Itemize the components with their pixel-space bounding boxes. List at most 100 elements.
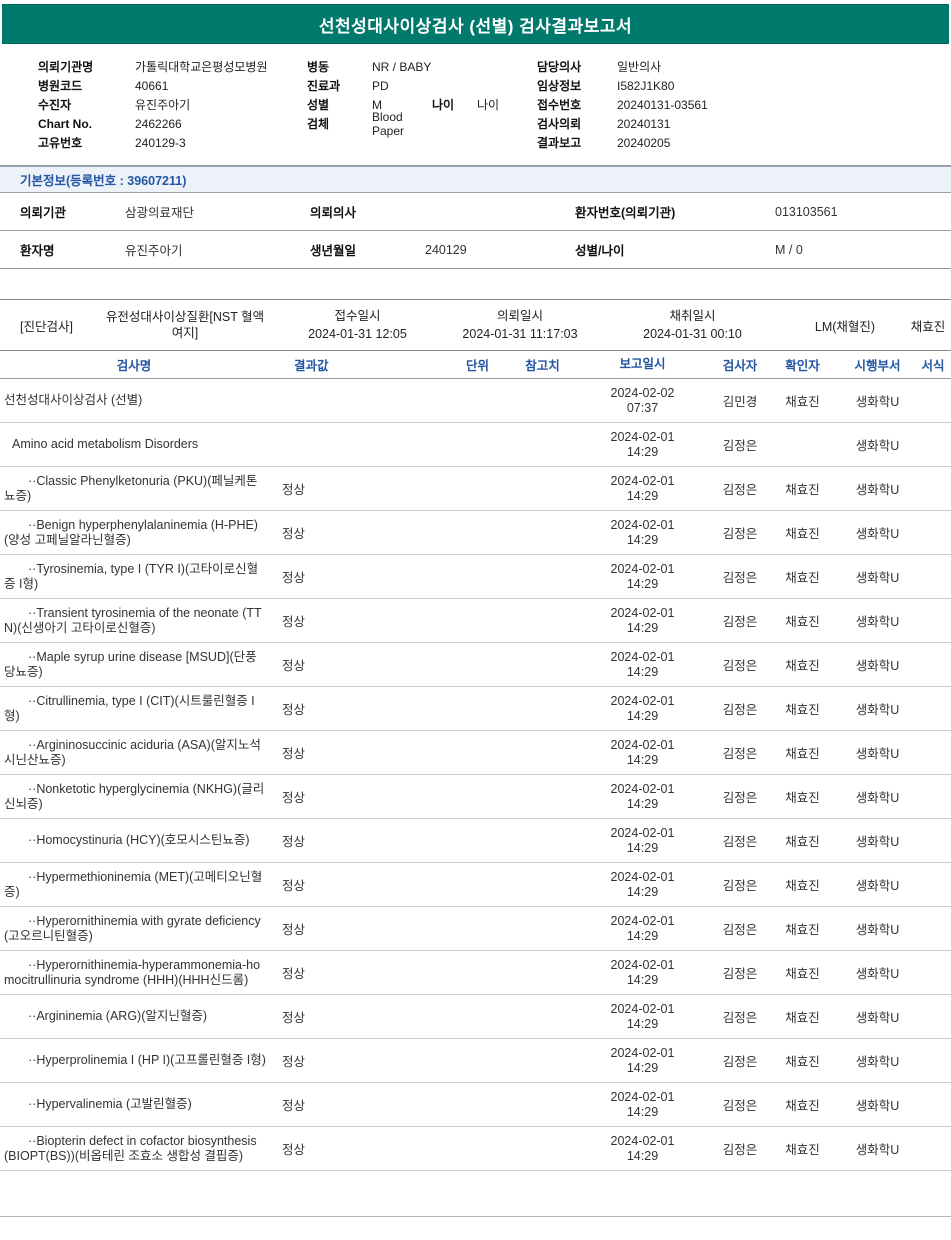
tester-name: 김정은 xyxy=(722,879,758,893)
report-datetime: 2024-02-01 14:29 xyxy=(570,826,715,856)
result-value: 정상 xyxy=(282,967,306,981)
test-name: ··Argininemia (ARG)(알지닌혈증) xyxy=(28,1009,208,1023)
tester-name: 김정은 xyxy=(722,483,758,497)
result-value: 정상 xyxy=(282,1055,306,1069)
confirmer-name: 채효진 xyxy=(785,1099,820,1113)
header-field: 임상정보 I582J1K80 xyxy=(537,76,951,95)
results-header-row: 검사명 결과값 단위 참고치 보고일시 검사자 확인자 시행부서 서식 xyxy=(0,351,951,379)
report-date: 2024-02-01 xyxy=(610,1001,675,1016)
test-name: Amino acid metabolism Disorders xyxy=(12,437,199,451)
header-field: 병동 NR / BABY xyxy=(307,57,537,76)
test-name: 선천성대사이상검사 (선별) xyxy=(4,393,143,407)
result-value: 정상 xyxy=(282,1011,306,1025)
exam-collect-time: 채취일시 2024-01-31 00:10 xyxy=(600,307,785,343)
result-row: ··Tyrosinemia, type I (TYR I)(고타이로신혈증 I형… xyxy=(0,555,951,599)
report-datetime: 2024-02-01 14:29 xyxy=(570,1090,715,1120)
report-datetime: 2024-02-01 14:29 xyxy=(570,650,715,680)
confirmer-name: 채효진 xyxy=(785,967,820,981)
report-time: 14:29 xyxy=(626,576,659,591)
confirmer-name: 채효진 xyxy=(785,615,820,629)
result-value: 정상 xyxy=(282,1099,306,1113)
result-value: 정상 xyxy=(282,659,306,673)
department-name: 생화학U xyxy=(855,791,900,805)
header-field: 검사의뢰 20240131 xyxy=(537,114,951,133)
department-name: 생화학U xyxy=(855,659,900,673)
report-time: 07:37 xyxy=(626,400,659,415)
page-title: 선천성대사이상검사 (선별) 검사결과보고서 xyxy=(318,16,633,36)
header-field-label: Chart No. xyxy=(38,116,92,131)
test-name: ··Hyperprolinemia I (HP I)(고프롤린혈증 I형) xyxy=(28,1053,266,1067)
confirmer-name: 채효진 xyxy=(785,703,820,717)
header-field: 병원코드 40661 xyxy=(38,76,307,95)
department-name: 생화학U xyxy=(855,571,900,585)
report-date: 2024-02-02 xyxy=(610,385,675,400)
results-table: 검사명 결과값 단위 참고치 보고일시 검사자 확인자 시행부서 서식 선천성대사이상검사 (선… xyxy=(0,351,951,1217)
basic-info-label: 환자명 xyxy=(20,244,55,258)
report-date: 2024-02-01 xyxy=(610,1133,675,1148)
request-time-value: 2024-01-31 11:17:03 xyxy=(462,327,578,341)
test-name: ··Benign hyperphenylalaninemia (H-PHE)(양… xyxy=(4,517,258,547)
basic-info-label: 의뢰기관 xyxy=(20,206,67,220)
report-time: 14:29 xyxy=(626,972,659,987)
result-row: ··Transient tyrosinemia of the neonate (… xyxy=(0,599,951,643)
confirmer-name: 채효진 xyxy=(785,527,820,541)
collect-time-value: 2024-01-31 00:10 xyxy=(643,327,742,341)
report-time: 14:29 xyxy=(626,1148,659,1163)
collect-time-label: 채취일시 xyxy=(669,309,716,323)
receipt-time-label: 접수일시 xyxy=(334,309,381,323)
test-name: ··Classic Phenylketonuria (PKU)(페닐케톤뇨증) xyxy=(4,473,258,503)
basic-info-value: 240129 xyxy=(425,242,467,257)
report-time: 14:29 xyxy=(626,1016,659,1031)
column-header: 서식 xyxy=(921,359,945,373)
test-name: ··Hypermethioninemia (MET)(고메티오닌혈증) xyxy=(4,869,263,899)
result-row: ··Homocystinuria (HCY)(호모시스틴뇨증) 정상 2024-02… xyxy=(0,819,951,863)
report-datetime: 2024-02-01 14:29 xyxy=(570,738,715,768)
exam-confirmer: 채효진 xyxy=(910,319,946,334)
tester-name: 김정은 xyxy=(722,747,758,761)
header-field: 검체 Blood Paper xyxy=(307,110,537,138)
exam-name: 유전성대사이상질환[NST 혈액여지] xyxy=(105,310,265,340)
report-datetime: 2024-02-01 14:29 xyxy=(570,782,715,812)
report-datetime: 2024-02-01 14:29 xyxy=(570,1134,715,1164)
result-value: 정상 xyxy=(282,1143,306,1157)
result-value: 정상 xyxy=(282,923,306,937)
exam-section: [진단검사] 유전성대사이상질환[NST 혈액여지] 접수일시 2024-01-… xyxy=(0,299,951,351)
basic-info-row: 환자명 유진주아기 생년월일 240129 성별/나이 M / 0 xyxy=(0,230,951,268)
header-info: 의뢰기관명 가톨릭대학교은평성모병원 병원코드 40661 수진자 유진주아기 Chart … xyxy=(0,57,951,152)
department-name: 생화학U xyxy=(855,967,900,981)
header-column-right: 담당의사 일반의사 임상정보 I582J1K80 접수번호 20240131-03561 검… xyxy=(537,57,951,152)
tester-name: 김정은 xyxy=(722,439,758,453)
exam-request-time: 의뢰일시 2024-01-31 11:17:03 xyxy=(440,307,600,343)
header-field-value: 가톨릭대학교은평성모병원 xyxy=(135,60,268,74)
test-name: ··Hyperornithinemia-hyperammonemia-homoc… xyxy=(4,957,261,987)
report-date: 2024-02-01 xyxy=(610,781,675,796)
result-row: ··Hyperornithinemia-hyperammonemia-homoc… xyxy=(0,951,951,995)
test-name: ··Argininosuccinic aciduria (ASA)(알지노석시닌… xyxy=(4,737,261,767)
report-date: 2024-02-01 xyxy=(610,913,675,928)
confirmer-name: 채효진 xyxy=(785,1055,820,1069)
header-field-value: Blood Paper xyxy=(372,109,405,138)
department-name: 생화학U xyxy=(855,483,900,497)
exam-tag: [진단검사] xyxy=(20,319,73,334)
basic-info-value: 삼광의료재단 xyxy=(125,206,195,220)
column-header: 검사자 xyxy=(722,359,758,373)
confirmer-name: 채효진 xyxy=(785,923,820,937)
header-field: 결과보고 20240205 xyxy=(537,133,951,152)
department-name: 생화학U xyxy=(855,1143,900,1157)
department-name: 생화학U xyxy=(855,703,900,717)
department-name: 생화학U xyxy=(855,835,900,849)
header-field-value: 40661 xyxy=(135,78,169,93)
report-time: 14:29 xyxy=(626,708,659,723)
result-value: 정상 xyxy=(282,791,306,805)
basic-info-table: 의뢰기관 삼광의료재단 의뢰의사 환자번호(의뢰기관) 013103561 환자명 유진주아… xyxy=(0,192,951,269)
column-header: 단위 xyxy=(465,359,489,373)
result-row: ··Nonketotic hyperglycinemia (NKHG)(글리신뇌… xyxy=(0,775,951,819)
header-field-value: I582J1K80 xyxy=(617,78,675,93)
report-datetime: 2024-02-01 14:29 xyxy=(570,958,715,988)
result-row: ··Hyperornithinemia with gyrate deficien… xyxy=(0,907,951,951)
header-field-label: 나이 xyxy=(432,98,455,112)
result-row: ··Argininosuccinic aciduria (ASA)(알지노석시닌… xyxy=(0,731,951,775)
tester-name: 김정은 xyxy=(722,791,758,805)
header-field: 수진자 유진주아기 xyxy=(38,95,307,114)
header-field: 접수번호 20240131-03561 xyxy=(537,95,951,114)
